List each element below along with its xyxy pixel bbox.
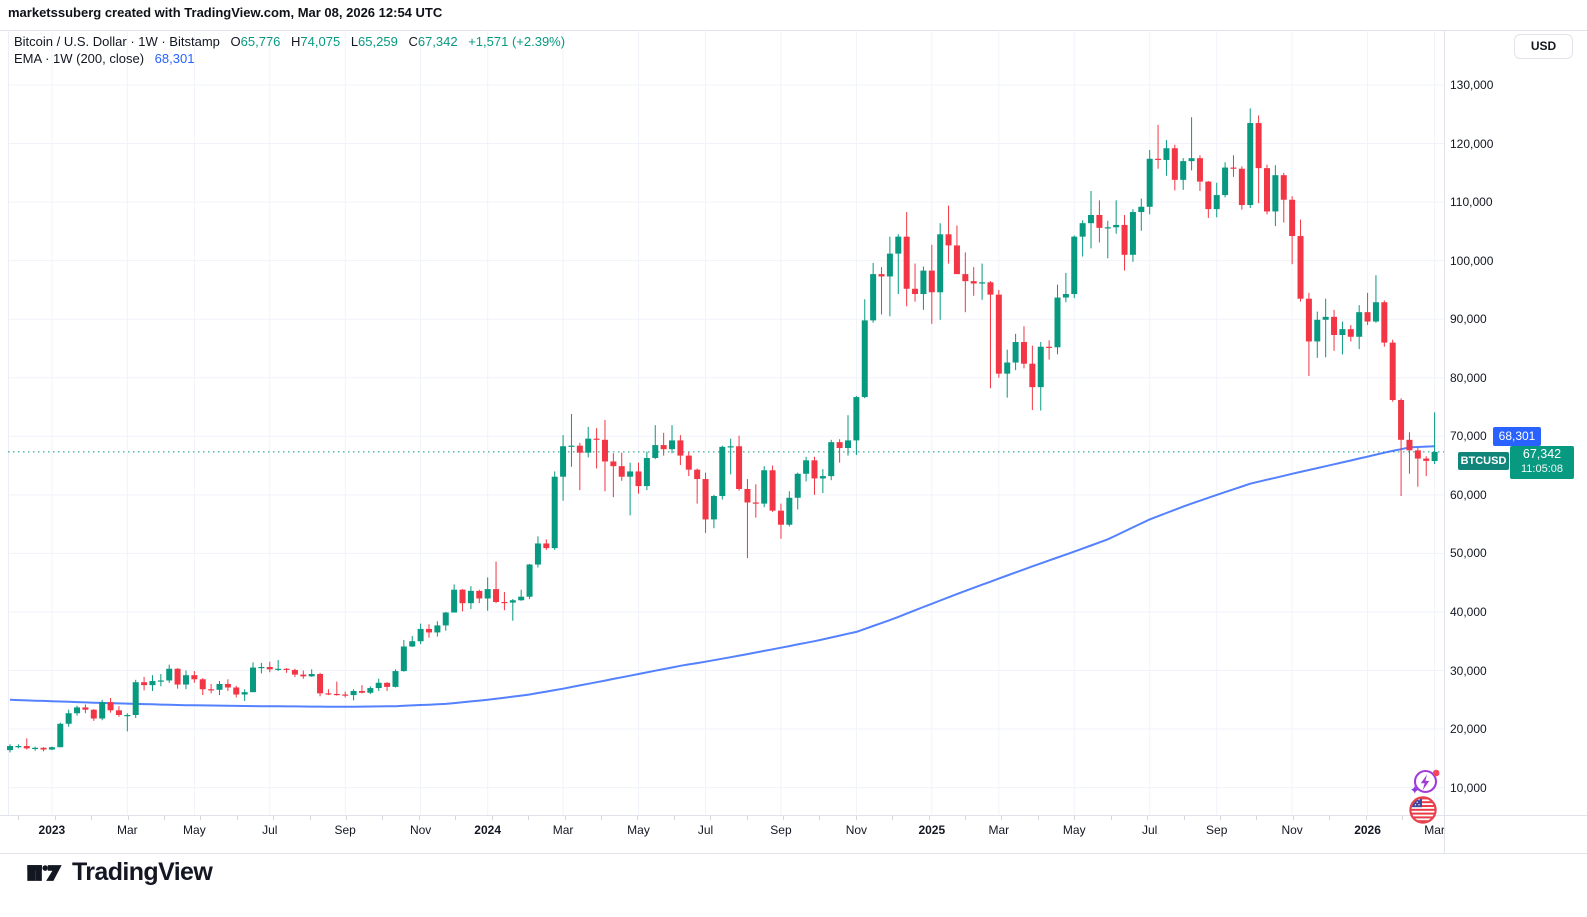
price-axis-tick: 120,000	[1450, 136, 1520, 152]
ema-title: EMA · 1W (200, close)	[14, 51, 144, 66]
legend-ema-row[interactable]: EMA · 1W (200, close) 68,301	[14, 51, 194, 66]
legend-main-row[interactable]: Bitcoin / U.S. Dollar · 1W · Bitstamp O6…	[14, 34, 565, 49]
currency-toggle-button[interactable]: USD	[1514, 34, 1573, 59]
price-axis-border	[1444, 30, 1445, 853]
widget-bottom-border	[0, 853, 1587, 854]
price-axis-tick: 110,000	[1450, 194, 1520, 210]
time-axis-tick: 2025	[918, 823, 945, 837]
time-axis-tick: Nov	[410, 823, 431, 837]
tradingview-logo[interactable]: TradingView	[26, 858, 212, 887]
price-chart[interactable]	[0, 30, 1444, 815]
time-axis-tick: Sep	[335, 823, 356, 837]
time-axis-border	[0, 815, 1587, 816]
ohlc-open-value: 65,776	[241, 34, 281, 49]
time-axis-tick: Nov	[1281, 823, 1302, 837]
time-axis-tick: Mar	[117, 823, 138, 837]
last-price-value: 67,342	[1510, 446, 1574, 463]
tradingview-logo-mark	[26, 859, 63, 887]
time-axis-tick: Mar	[553, 823, 574, 837]
time-axis-tick: Nov	[846, 823, 867, 837]
ohlc-low-value: 65,259	[358, 34, 398, 49]
time-axis-tick: May	[627, 823, 650, 837]
symbol-title: Bitcoin / U.S. Dollar · 1W · Bitstamp	[14, 34, 220, 49]
time-axis-tick: Mar	[988, 823, 1009, 837]
time-axis-tick: Sep	[770, 823, 791, 837]
ohlc-open-label: O	[231, 34, 241, 49]
price-axis-tick: 60,000	[1450, 487, 1520, 503]
time-axis-tick: May	[1063, 823, 1086, 837]
ohlc-low-label: L	[351, 34, 358, 49]
brand-name: TradingView	[72, 858, 212, 887]
ohlc-close-value: 67,342	[418, 34, 458, 49]
price-axis-tick: 90,000	[1450, 311, 1520, 327]
symbol-price-tag: BTCUSD	[1458, 452, 1509, 470]
us-flag-icon	[1406, 793, 1440, 832]
last-price-badge: 67,342 11:05:08	[1510, 446, 1574, 479]
change-value: +1,571 (+2.39%)	[468, 34, 565, 49]
time-axis-tick: 2026	[1354, 823, 1381, 837]
time-axis-tick: 2024	[474, 823, 501, 837]
time-axis-tick: Sep	[1206, 823, 1227, 837]
price-axis-tick: 80,000	[1450, 370, 1520, 386]
time-axis-tick: Jul	[1142, 823, 1157, 837]
time-axis-tick: May	[183, 823, 206, 837]
price-axis-tick: 100,000	[1450, 253, 1520, 269]
time-axis-tick: 2023	[39, 823, 66, 837]
bar-countdown: 11:05:08	[1510, 463, 1574, 476]
ohlc-high-label: H	[291, 34, 300, 49]
ema-current-value: 68,301	[155, 51, 195, 66]
ohlc-high-value: 74,075	[300, 34, 340, 49]
ema-price-badge: 68,301	[1493, 427, 1541, 446]
attribution-text: marketssuberg created with TradingView.c…	[8, 5, 442, 20]
price-axis-tick: 30,000	[1450, 663, 1520, 679]
price-axis-tick: 130,000	[1450, 77, 1520, 93]
price-axis-tick: 40,000	[1450, 604, 1520, 620]
time-axis-tick: Jul	[698, 823, 713, 837]
ohlc-close-label: C	[408, 34, 417, 49]
price-axis-tick: 10,000	[1450, 780, 1520, 796]
tradingview-chart-window: marketssuberg created with TradingView.c…	[0, 0, 1587, 917]
time-axis-tick: Jul	[262, 823, 277, 837]
price-axis-tick: 50,000	[1450, 545, 1520, 561]
price-axis-tick: 20,000	[1450, 721, 1520, 737]
